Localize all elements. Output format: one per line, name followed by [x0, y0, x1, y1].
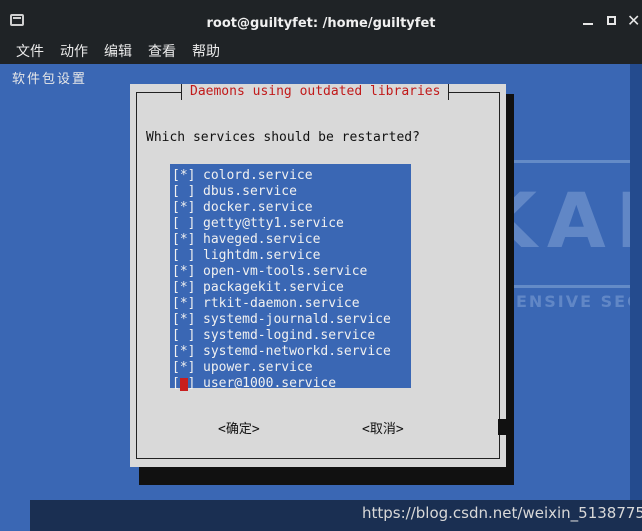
minimize-icon[interactable]	[581, 14, 595, 28]
service-checkbox[interactable]: [ ]	[172, 184, 195, 200]
service-row[interactable]: [ ] getty@tty1.service	[170, 216, 411, 232]
service-checkbox[interactable]: [*]	[172, 312, 195, 328]
service-checkbox[interactable]: [*]	[172, 296, 195, 312]
source-url-watermark: https://blog.csdn.net/weixin_51387754	[362, 504, 642, 522]
menu-actions[interactable]: 动作	[60, 41, 88, 61]
service-row[interactable]: [*] open-vm-tools.service	[170, 264, 411, 280]
ok-button[interactable]: <确定>	[218, 418, 260, 437]
service-row[interactable]: [*] upower.service	[170, 360, 411, 376]
service-checkbox[interactable]: [*]	[172, 360, 195, 376]
service-label: dbus.service	[203, 184, 297, 199]
service-label: colord.service	[203, 168, 313, 183]
maximize-icon[interactable]	[605, 14, 619, 28]
service-row[interactable]: [*] colord.service	[170, 168, 411, 184]
service-checkbox[interactable]: [ ]	[172, 328, 195, 344]
package-config-header: 软件包设置	[12, 72, 88, 87]
service-label: haveged.service	[203, 232, 321, 247]
service-row[interactable]: [*] haveged.service	[170, 232, 411, 248]
service-checkbox[interactable]: [ ]	[172, 248, 195, 264]
service-row[interactable]: [*] systemd-journald.service	[170, 312, 411, 328]
service-row[interactable]: [*] rtkit-daemon.service	[170, 296, 411, 312]
service-label: docker.service	[203, 200, 313, 215]
window-title: root@guiltyfet: /home/guiltyfet	[206, 16, 436, 31]
service-label: upower.service	[203, 360, 313, 375]
service-row[interactable]: [ ] systemd-logind.service	[170, 328, 411, 344]
service-checkbox[interactable]: [*]	[172, 344, 195, 360]
dialog-edge-marker	[498, 419, 508, 435]
service-checkbox[interactable]: [*]	[172, 232, 195, 248]
window-titlebar[interactable]: root@guiltyfet: /home/guiltyfet ✕	[0, 0, 642, 38]
dialog-question: Which services should be restarted?	[146, 130, 420, 145]
dialog-shadow-bottom	[139, 467, 510, 485]
services-checklist[interactable]: [*] colord.service [ ] dbus.service [*] docke…	[170, 164, 411, 391]
service-label: user@1000.service	[203, 376, 337, 391]
close-icon[interactable]: ✕	[627, 13, 641, 29]
service-row[interactable]: [ ] lightdm.service	[170, 248, 411, 264]
menu-view[interactable]: 查看	[148, 41, 176, 61]
service-checkbox[interactable]: [ ]	[172, 216, 195, 232]
service-label: open-vm-tools.service	[203, 264, 368, 279]
service-row[interactable]: [ ] user@1000.service	[170, 376, 411, 392]
focus-cursor	[180, 378, 188, 391]
service-label: systemd-logind.service	[203, 328, 376, 343]
service-label: lightdm.service	[203, 248, 321, 263]
service-label: systemd-networkd.service	[203, 344, 391, 359]
service-checkbox[interactable]: [*]	[172, 280, 195, 296]
service-checkbox[interactable]: [*]	[172, 264, 195, 280]
service-row[interactable]: [*] systemd-networkd.service	[170, 344, 411, 360]
restart-services-dialog: Daemons using outdated libraries Which s…	[130, 84, 508, 467]
service-checkbox[interactable]: [*]	[172, 168, 195, 184]
menu-bar: 文件 动作 编辑 查看 帮助	[0, 38, 642, 64]
cancel-button[interactable]: <取消>	[362, 418, 404, 437]
service-label: getty@tty1.service	[203, 216, 344, 231]
service-row[interactable]: [ ] dbus.service	[170, 184, 411, 200]
service-row[interactable]: [*] docker.service	[170, 200, 411, 216]
menu-file[interactable]: 文件	[16, 41, 44, 61]
dialog-title: Daemons using outdated libraries	[181, 84, 450, 100]
terminal-right-edge	[630, 64, 642, 500]
terminal-area[interactable]: 软件包设置 KAL BY OFFENSIVE SEC Daemons using…	[0, 64, 642, 531]
service-label: packagekit.service	[203, 280, 344, 295]
service-checkbox[interactable]: [*]	[172, 200, 195, 216]
menu-help[interactable]: 帮助	[192, 41, 220, 61]
service-row[interactable]: [*] packagekit.service	[170, 280, 411, 296]
menu-edit[interactable]: 编辑	[104, 41, 132, 61]
service-label: systemd-journald.service	[203, 312, 391, 327]
service-label: rtkit-daemon.service	[203, 296, 360, 311]
